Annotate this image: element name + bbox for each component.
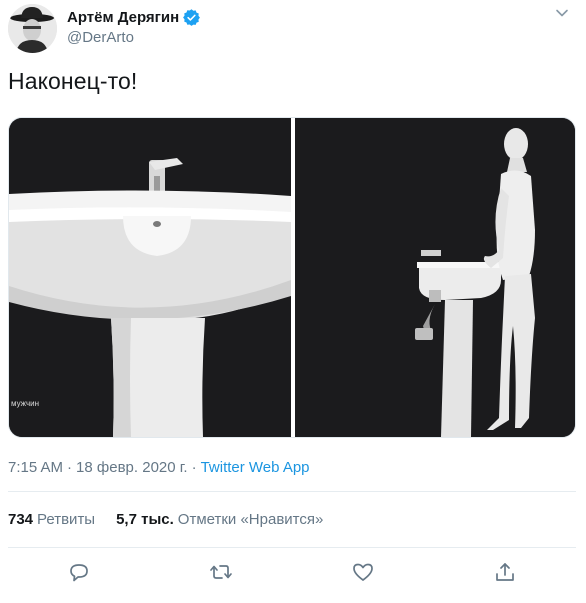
- likes-label: Отметки «Нравится»: [177, 511, 324, 528]
- tweet-source-link[interactable]: Twitter Web App: [201, 459, 310, 476]
- divider: [8, 547, 576, 548]
- like-icon[interactable]: [351, 560, 375, 584]
- display-name[interactable]: Артём Дерягин: [67, 9, 179, 26]
- handle[interactable]: @DerArto: [67, 29, 134, 46]
- retweets-label: Ретвиты: [37, 511, 96, 528]
- retweets-count: 734: [8, 511, 34, 528]
- tweet-time[interactable]: 7:15 AM: [8, 459, 63, 476]
- retweets-stat[interactable]: 734 Ретвиты: [8, 511, 95, 528]
- media-caption: мужчин: [11, 399, 39, 408]
- avatar[interactable]: [8, 4, 57, 53]
- likes-count: 5,7 тыс.: [116, 511, 174, 528]
- divider: [8, 491, 576, 492]
- tweet-text: Наконец-то!: [8, 68, 138, 94]
- media-image-sink-front[interactable]: мужчин: [9, 118, 291, 437]
- meta-separator: ·: [67, 459, 73, 476]
- chevron-down-icon[interactable]: [553, 4, 571, 22]
- verified-badge-icon: [183, 9, 201, 26]
- tweet-meta: 7:15 AM · 18 февр. 2020 г. · Twitter Web…: [8, 459, 310, 476]
- tweet-header: Артём Дерягин @DerArto: [0, 0, 586, 60]
- likes-stat[interactable]: 5,7 тыс. Отметки «Нравится»: [116, 511, 323, 528]
- meta-separator: ·: [191, 459, 197, 476]
- share-icon[interactable]: [493, 560, 517, 584]
- reply-icon[interactable]: [67, 560, 91, 584]
- media-image-sink-figure[interactable]: [295, 118, 575, 437]
- tweet-date[interactable]: 18 февр. 2020 г.: [76, 459, 188, 476]
- retweet-icon[interactable]: [209, 560, 233, 584]
- tweet-media[interactable]: мужчин: [8, 117, 576, 438]
- tweet-stats: 734 Ретвиты 5,7 тыс. Отметки «Нравится»: [8, 511, 344, 528]
- tweet-actions: [0, 560, 586, 586]
